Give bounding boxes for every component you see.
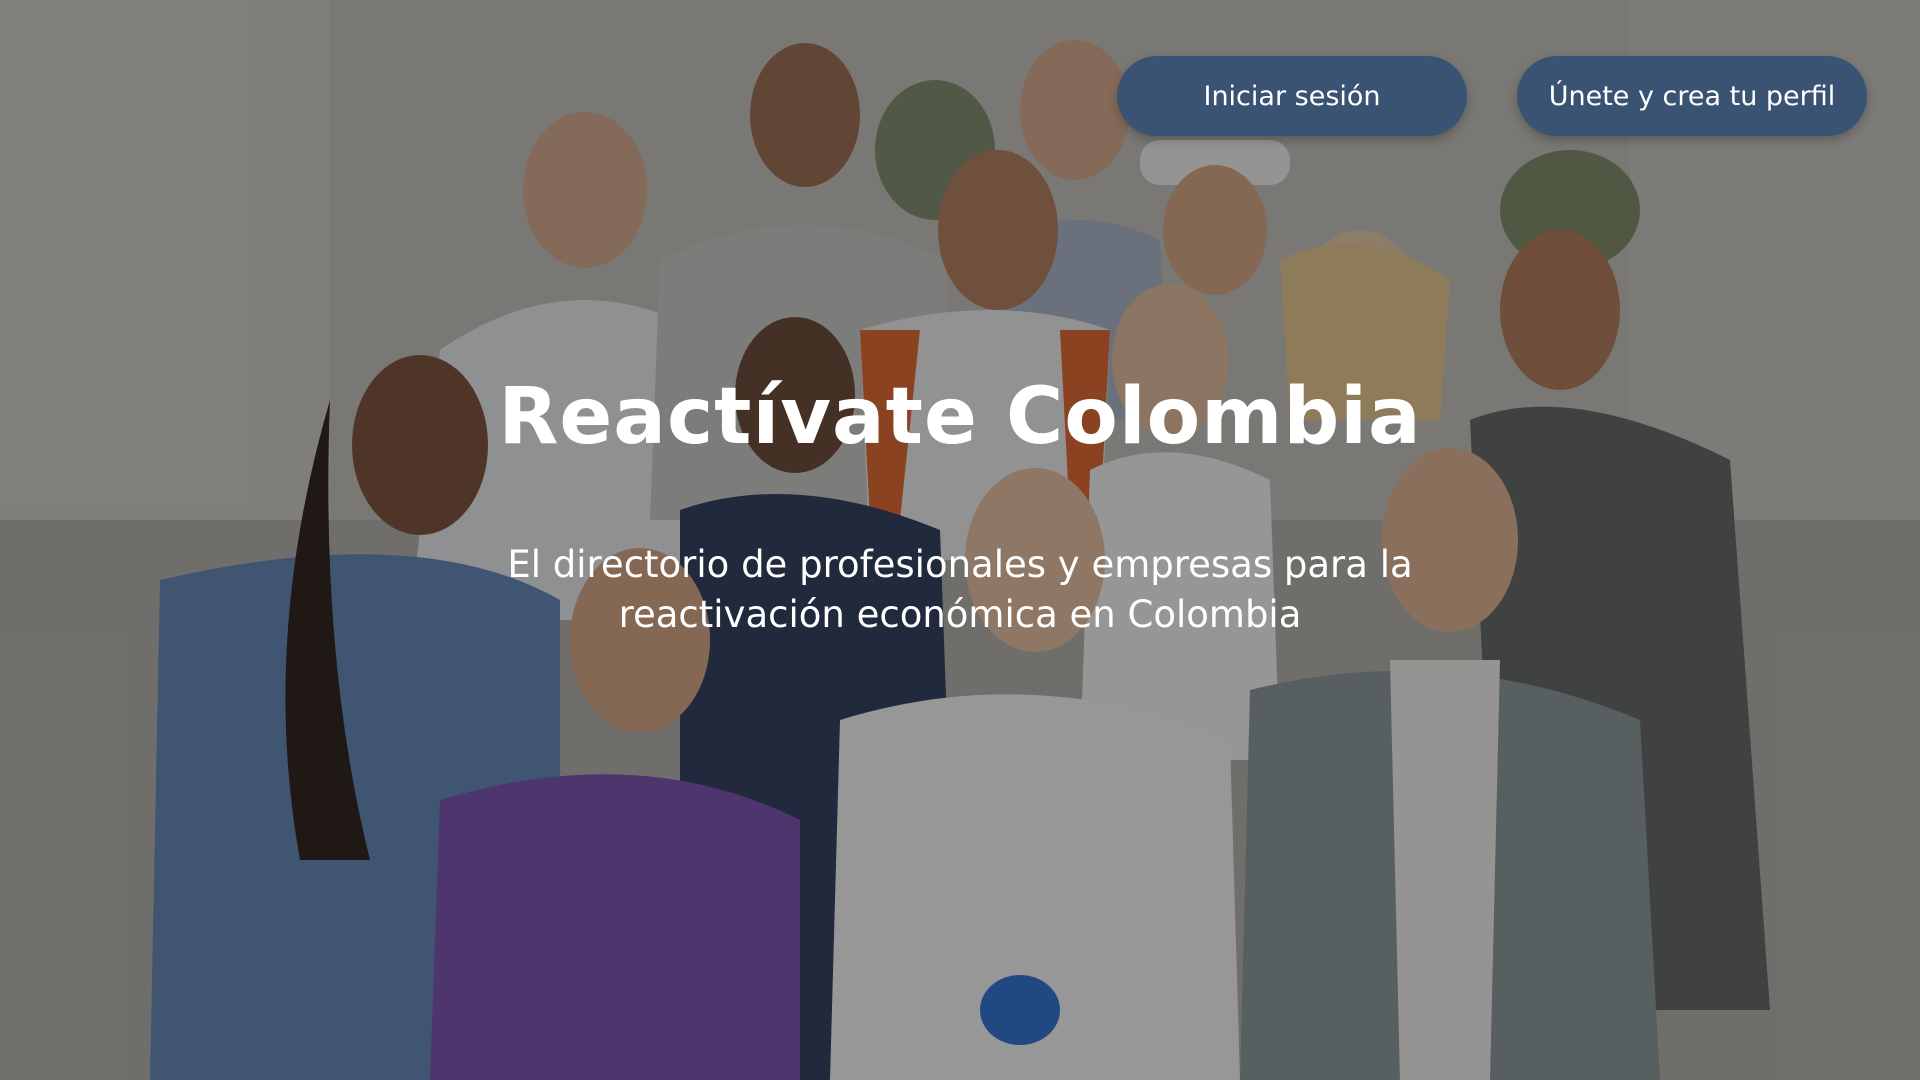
signup-button[interactable]: Únete y crea tu perfil xyxy=(1517,56,1867,136)
hero-subtitle: El directorio de profesionales y empresa… xyxy=(507,543,1413,636)
login-button[interactable]: Iniciar sesión xyxy=(1117,56,1467,136)
hero-title: Reactívate Colombia xyxy=(498,372,1422,462)
hero-section: Iniciar sesión Únete y crea tu perfil Re… xyxy=(0,0,1920,1080)
